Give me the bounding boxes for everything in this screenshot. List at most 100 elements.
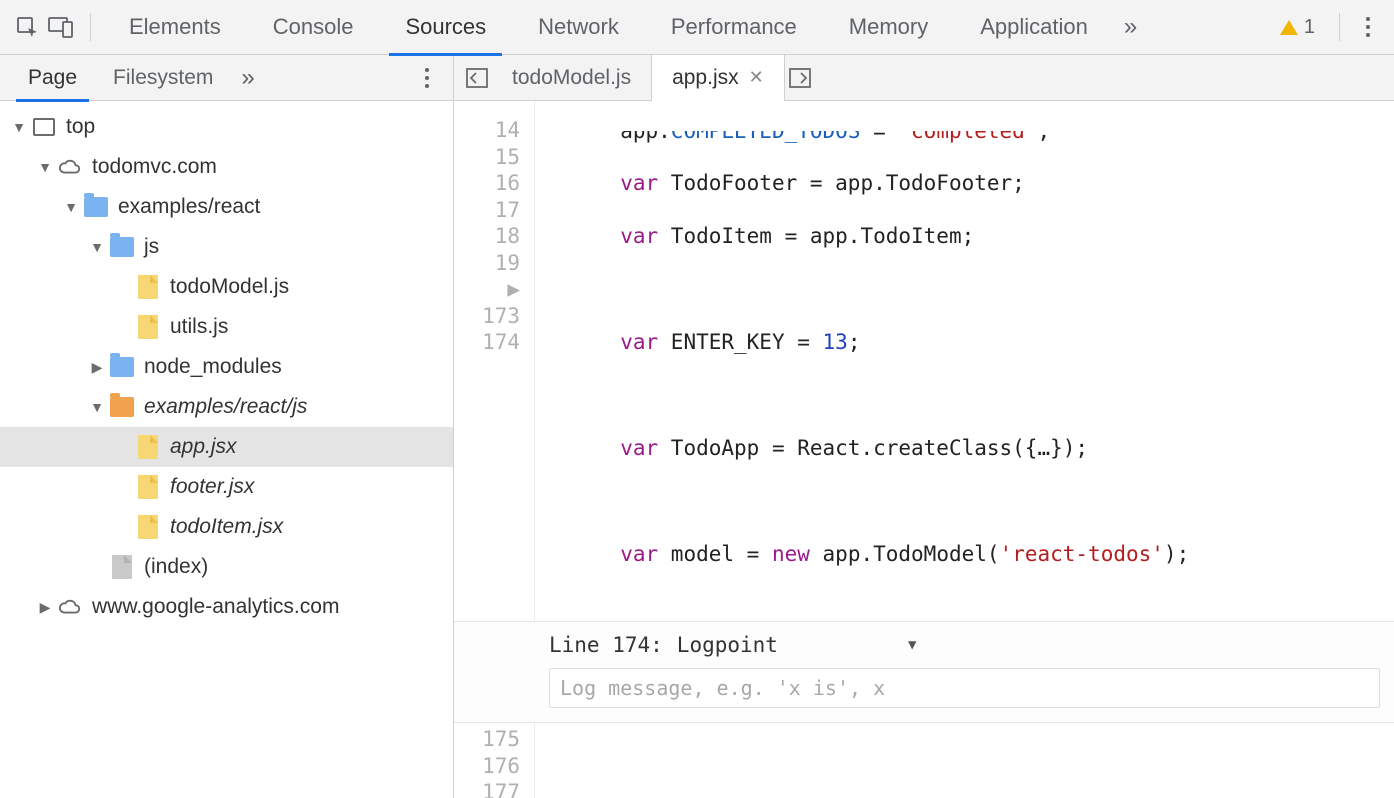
folder-icon: [84, 195, 108, 219]
editor-tab-todomodel[interactable]: todoModel.js: [492, 55, 651, 101]
tree-row-file-todoitem[interactable]: todoItem.jsx: [0, 507, 453, 547]
toggle-debugger-icon[interactable]: [785, 63, 815, 93]
tree-row-folder[interactable]: ▼ examples/react: [0, 187, 453, 227]
file-icon: [136, 435, 160, 459]
nav-overflow-icon[interactable]: »: [231, 64, 264, 92]
folder-icon: [110, 395, 134, 419]
line-number: 175: [454, 726, 520, 753]
tree-label: app.jsx: [170, 435, 237, 459]
tab-application[interactable]: Application: [954, 0, 1114, 55]
code-segment[interactable]: function render() { React.render( <TodoA…: [535, 723, 1394, 798]
line-number: 17: [454, 197, 520, 224]
tree-row-domain[interactable]: ▼ todomvc.com: [0, 147, 453, 187]
frame-icon: [32, 115, 56, 139]
logpoint-line-label: Line 174:: [549, 632, 663, 659]
file-icon: [136, 315, 160, 339]
chevron-right-icon: ▶: [36, 598, 54, 616]
line-number: 173: [454, 303, 520, 330]
line-number: 177: [454, 779, 520, 798]
chevron-right-icon: ▶: [88, 358, 106, 376]
tree-row-file-index[interactable]: (index): [0, 547, 453, 587]
tree-row-folder-sourcemapped[interactable]: ▼ examples/react/js: [0, 387, 453, 427]
navigator-panel: Page Filesystem » ▼ top ▼ todomvc.com ▼: [0, 55, 454, 798]
file-icon: [110, 555, 134, 579]
navigator-tabs: Page Filesystem »: [0, 55, 453, 101]
breakpoint-type-select[interactable]: Logpoint ▼: [677, 632, 917, 659]
line-number: 16: [454, 170, 520, 197]
kebab-menu-icon[interactable]: [1352, 17, 1384, 37]
tree-label: todoItem.jsx: [170, 515, 283, 539]
code-segment[interactable]: app.COMPLETED_TODOS = 'completed'; var T…: [535, 101, 1394, 621]
tabs-overflow-icon[interactable]: »: [1114, 13, 1147, 41]
device-toggle-icon[interactable]: [44, 10, 78, 44]
chevron-down-icon: ▼: [88, 238, 106, 256]
tree-row-domain-ga[interactable]: ▶ www.google-analytics.com: [0, 587, 453, 627]
file-icon: [136, 475, 160, 499]
line-number: 174: [454, 329, 520, 356]
tree-row-file[interactable]: todoModel.js: [0, 267, 453, 307]
chevron-down-icon: ▼: [908, 632, 916, 659]
line-number: 15: [454, 144, 520, 171]
tree-row-top[interactable]: ▼ top: [0, 107, 453, 147]
toggle-navigator-icon[interactable]: [462, 63, 492, 93]
nav-tab-page[interactable]: Page: [10, 55, 95, 101]
editor-body: 14 15 16 17 18 19 ▶ 173 174 app.COMPLETE…: [454, 101, 1394, 798]
tab-network[interactable]: Network: [512, 0, 645, 55]
chevron-down-icon: ▼: [62, 198, 80, 216]
tree-label: www.google-analytics.com: [92, 595, 339, 619]
tree-row-file[interactable]: utils.js: [0, 307, 453, 347]
nav-tab-filesystem[interactable]: Filesystem: [95, 55, 231, 101]
tab-memory[interactable]: Memory: [823, 0, 954, 55]
tree-label: top: [66, 115, 95, 139]
tree-label: js: [144, 235, 159, 259]
file-tree: ▼ top ▼ todomvc.com ▼ examples/react ▼ j…: [0, 101, 453, 798]
gutter[interactable]: 14 15 16 17 18 19 ▶ 173 174: [454, 101, 535, 621]
line-number: 14: [454, 117, 520, 144]
devtools-main-tabs: Elements Console Sources Network Perform…: [0, 0, 1394, 55]
warnings-badge[interactable]: 1: [1268, 16, 1327, 39]
file-icon: [136, 275, 160, 299]
tab-console[interactable]: Console: [247, 0, 380, 55]
tree-label: footer.jsx: [170, 475, 254, 499]
cloud-icon: [58, 595, 82, 619]
divider: [90, 13, 91, 41]
line-number: 18: [454, 223, 520, 250]
file-icon: [136, 515, 160, 539]
warning-icon: [1280, 20, 1298, 35]
editor-tab-label: todoModel.js: [512, 66, 631, 90]
logpoint-input[interactable]: [549, 668, 1380, 708]
tab-sources[interactable]: Sources: [379, 0, 512, 55]
code-area[interactable]: 14 15 16 17 18 19 ▶ 173 174 app.COMPLETE…: [454, 101, 1394, 798]
line-number: 176: [454, 753, 520, 780]
folder-icon: [110, 355, 134, 379]
tree-label: examples/react/js: [144, 395, 307, 419]
tree-label: examples/react: [118, 195, 260, 219]
editor-panel: todoModel.js app.jsx ✕ 14 15 16 17 1: [454, 55, 1394, 798]
inspect-element-icon[interactable]: [10, 10, 44, 44]
editor-tab-app[interactable]: app.jsx ✕: [651, 55, 785, 101]
fold-marker-icon[interactable]: ▶: [507, 277, 520, 301]
tree-label: (index): [144, 555, 208, 579]
tree-label: todomvc.com: [92, 155, 217, 179]
tab-performance[interactable]: Performance: [645, 0, 823, 55]
editor-tab-label: app.jsx: [672, 66, 739, 90]
nav-kebab-icon[interactable]: [411, 68, 443, 88]
tree-row-folder-js[interactable]: ▼ js: [0, 227, 453, 267]
close-icon[interactable]: ✕: [749, 67, 764, 88]
divider: [1339, 13, 1340, 41]
breakpoint-type-label: Logpoint: [677, 632, 778, 659]
warning-count: 1: [1304, 16, 1315, 39]
logpoint-header: Line 174: Logpoint ▼: [549, 632, 1380, 659]
line-number: 19: [454, 250, 520, 277]
tree-row-file-app[interactable]: app.jsx: [0, 427, 453, 467]
folder-icon: [110, 235, 134, 259]
cloud-icon: [58, 155, 82, 179]
breakpoint-gutter-spacer: [454, 621, 535, 724]
gutter[interactable]: 175 176 177 178 179 180 181 182 183 184 …: [454, 723, 535, 798]
logpoint-editor: Line 174: Logpoint ▼: [535, 621, 1394, 724]
tree-row-folder-nodemodules[interactable]: ▶ node_modules: [0, 347, 453, 387]
tree-row-file-footer[interactable]: footer.jsx: [0, 467, 453, 507]
tab-elements[interactable]: Elements: [103, 0, 247, 55]
tree-label: todoModel.js: [170, 275, 289, 299]
tree-label: utils.js: [170, 315, 228, 339]
